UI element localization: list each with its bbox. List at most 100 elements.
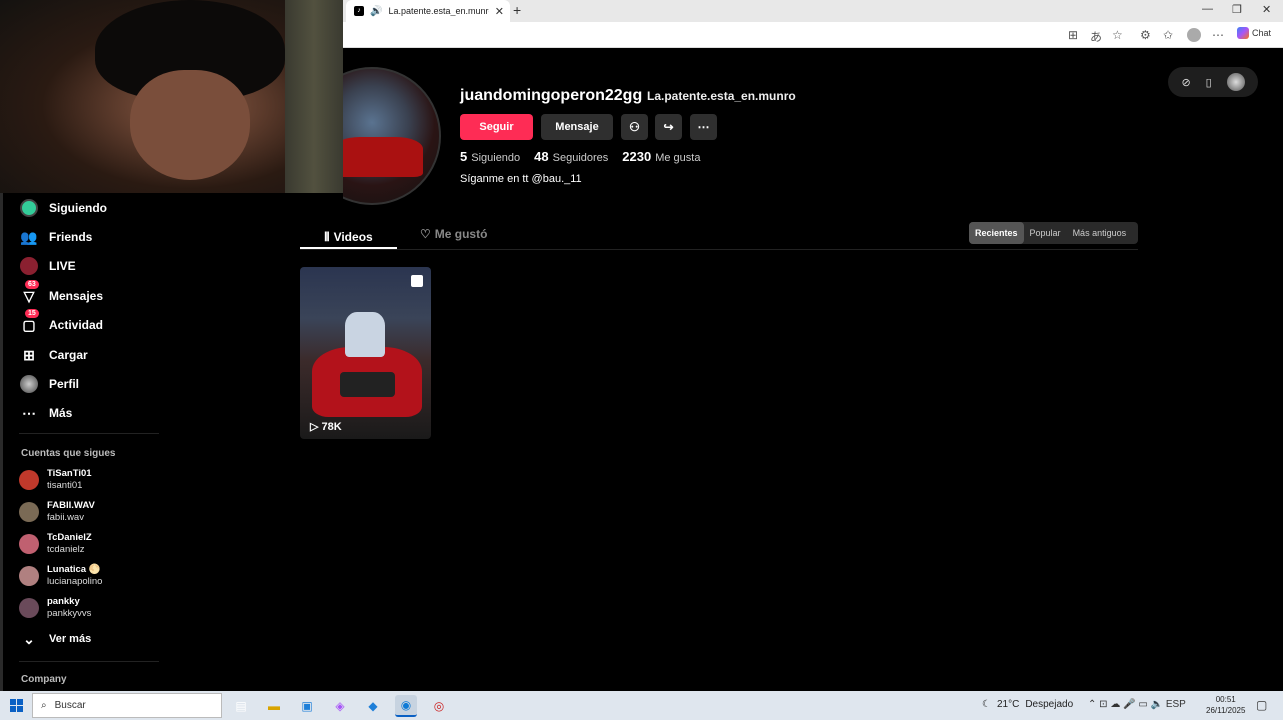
tab-title: La.patente.esta_en.munro (@	[388, 6, 489, 16]
windows-start-icon[interactable]	[10, 699, 23, 712]
profile-stats: 5 Siguiendo 48 Seguidores 2230 Me gusta	[460, 149, 700, 164]
sidebar-item-label: LIVE	[49, 259, 76, 273]
favorite-star-icon[interactable]: ☆	[1112, 28, 1123, 42]
following-count: 5	[460, 149, 468, 164]
more-icon: ⋯	[22, 404, 36, 421]
recorder-icon[interactable]: ◎	[428, 695, 450, 717]
messages-badge: 63	[25, 280, 39, 289]
tab-videos-label: Videos	[333, 230, 373, 244]
likes-label: Me gusta	[655, 152, 701, 164]
tab-liked-label: Me gustó	[434, 227, 488, 241]
sort-recent[interactable]: Recientes	[969, 222, 1024, 244]
video-views: ▷ 78K	[310, 420, 342, 433]
following-account[interactable]: TcDanielZ tcdanielz	[19, 532, 92, 556]
minimize-icon[interactable]: —	[1202, 3, 1213, 15]
following-account[interactable]: pankky pankkyvvs	[19, 596, 91, 620]
video-card[interactable]: ▷ 78K	[300, 267, 431, 439]
sidebar-item-upload[interactable]: ⊞ Cargar	[19, 345, 88, 365]
user-avatar[interactable]	[1226, 73, 1245, 91]
weather-widget[interactable]: ☾ 21°C Despejado	[982, 699, 1073, 710]
window-close-icon[interactable]: ✕	[1262, 3, 1271, 16]
likes-stat: 2230 Me gusta	[622, 149, 700, 164]
heart-icon: ♡	[420, 227, 431, 241]
taskbar-search[interactable]: ⌕ Buscar	[32, 693, 222, 718]
sidebar-item-activity[interactable]: ▢ 15 Actividad	[19, 309, 103, 335]
profile-icon	[19, 374, 39, 394]
share-icon[interactable]: ↪	[655, 114, 682, 140]
sidebar-item-live[interactable]: LIVE	[19, 256, 76, 276]
device-icon[interactable]: ▯	[1206, 76, 1212, 89]
likes-count: 2230	[622, 149, 652, 164]
task-view-icon[interactable]: ▤	[230, 695, 252, 717]
system-tray[interactable]: ⌃ ⊡ ☁ 🎤 ▭ 🔈 ESP	[1088, 699, 1186, 710]
moon-icon: ☾	[982, 699, 991, 710]
following-account[interactable]: FABII.WAV fabii.wav	[19, 500, 95, 524]
maximize-icon[interactable]: ❐	[1232, 3, 1242, 16]
message-button[interactable]: Mensaje	[541, 114, 613, 140]
sidebar-item-more[interactable]: ⋯ Más	[19, 403, 72, 423]
sidebar-item-profile[interactable]: Perfil	[19, 374, 79, 394]
speaker-icon[interactable]: 🔊	[370, 6, 382, 17]
see-more-label: Ver más	[49, 633, 92, 645]
avatar	[19, 566, 39, 586]
following-account[interactable]: TiSanTi01 tisanti01	[19, 468, 92, 492]
sidebar-divider	[19, 433, 159, 434]
following-stat[interactable]: 5 Siguiendo	[460, 149, 520, 164]
following-label: Siguiendo	[471, 152, 521, 164]
tab-videos[interactable]: ⦀ Videos	[300, 227, 397, 249]
network-icon: ⊡	[1099, 699, 1108, 710]
app-icon[interactable]: ⊞	[1068, 28, 1078, 42]
see-more-button[interactable]: ⌄ Ver más	[19, 629, 91, 649]
following-accounts-title: Cuentas que sigues	[21, 448, 116, 459]
add-friend-icon[interactable]: ⚇	[621, 114, 648, 140]
notification-icon[interactable]: ▢	[1256, 698, 1267, 712]
more-options-icon[interactable]: ⋯	[690, 114, 717, 140]
app-icon[interactable]: ◆	[362, 695, 384, 717]
clock[interactable]: 00:51 26/11/2025	[1206, 694, 1245, 716]
profile-username: juandomingoperon22gg	[460, 87, 643, 104]
cloud-icon: ☁	[1110, 699, 1121, 710]
extensions-icon[interactable]: ⚙	[1140, 28, 1151, 42]
translate-icon[interactable]: あ	[1090, 28, 1102, 45]
mic-icon: 🎤	[1123, 699, 1136, 710]
sort-oldest[interactable]: Más antiguos	[1067, 222, 1133, 244]
search-placeholder: Buscar	[54, 700, 86, 711]
browser-tab[interactable]: ♪ 🔊 La.patente.esta_en.munro (@ ✕	[346, 0, 510, 22]
tab-liked[interactable]: ♡ Me gustó	[420, 227, 487, 241]
edge-browser-icon[interactable]: ◉	[395, 695, 417, 717]
sidebar-item-messages[interactable]: ▽ 63 Mensajes	[19, 280, 104, 306]
collections-icon[interactable]: ✩	[1163, 28, 1173, 42]
account-handle: pankkyvvs	[47, 608, 92, 619]
webcam-overlay	[0, 0, 343, 193]
sidebar-item-label: Mensajes	[49, 289, 104, 303]
account-handle: tisanti01	[47, 480, 83, 491]
play-icon: ▷	[310, 421, 322, 433]
avatar	[19, 598, 39, 618]
company-link[interactable]: Company	[21, 674, 67, 685]
weather-desc: Despejado	[1025, 699, 1074, 710]
browser-profile-avatar[interactable]	[1187, 28, 1201, 42]
account-name: pankky	[47, 596, 80, 607]
sidebar-item-label: Siguiendo	[49, 201, 107, 215]
sort-popular[interactable]: Popular	[1024, 222, 1067, 244]
tab-close-icon[interactable]: ✕	[495, 5, 504, 18]
sidebar-item-following[interactable]: Siguiendo	[19, 198, 107, 218]
follow-button[interactable]: Seguir	[460, 114, 533, 140]
copilot-chat-button[interactable]: Chat	[1237, 27, 1271, 39]
new-tab-button[interactable]: +	[513, 2, 521, 18]
coins-icon[interactable]: ⊘	[1181, 76, 1190, 89]
sidebar-item-friends[interactable]: 👥 Friends	[19, 227, 92, 247]
copilot-taskbar-icon[interactable]: ◈	[329, 695, 351, 717]
followers-stat[interactable]: 48 Seguidores	[534, 149, 608, 164]
file-explorer-icon[interactable]: ▬	[263, 695, 285, 717]
account-handle: lucianapolino	[47, 576, 103, 587]
messages-icon: ▽ 63	[19, 280, 39, 306]
account-handle: fabii.wav	[47, 512, 84, 523]
following-account[interactable]: Lunatica 🌕 lucianapolino	[19, 564, 102, 588]
date: 26/11/2025	[1206, 706, 1246, 715]
views-count: 78K	[321, 421, 342, 433]
browser-menu-icon[interactable]: ⋯	[1212, 28, 1224, 42]
store-icon[interactable]: ▣	[296, 695, 318, 717]
sidebar-item-label: Perfil	[49, 377, 80, 391]
tiktok-favicon-icon: ♪	[354, 6, 364, 16]
